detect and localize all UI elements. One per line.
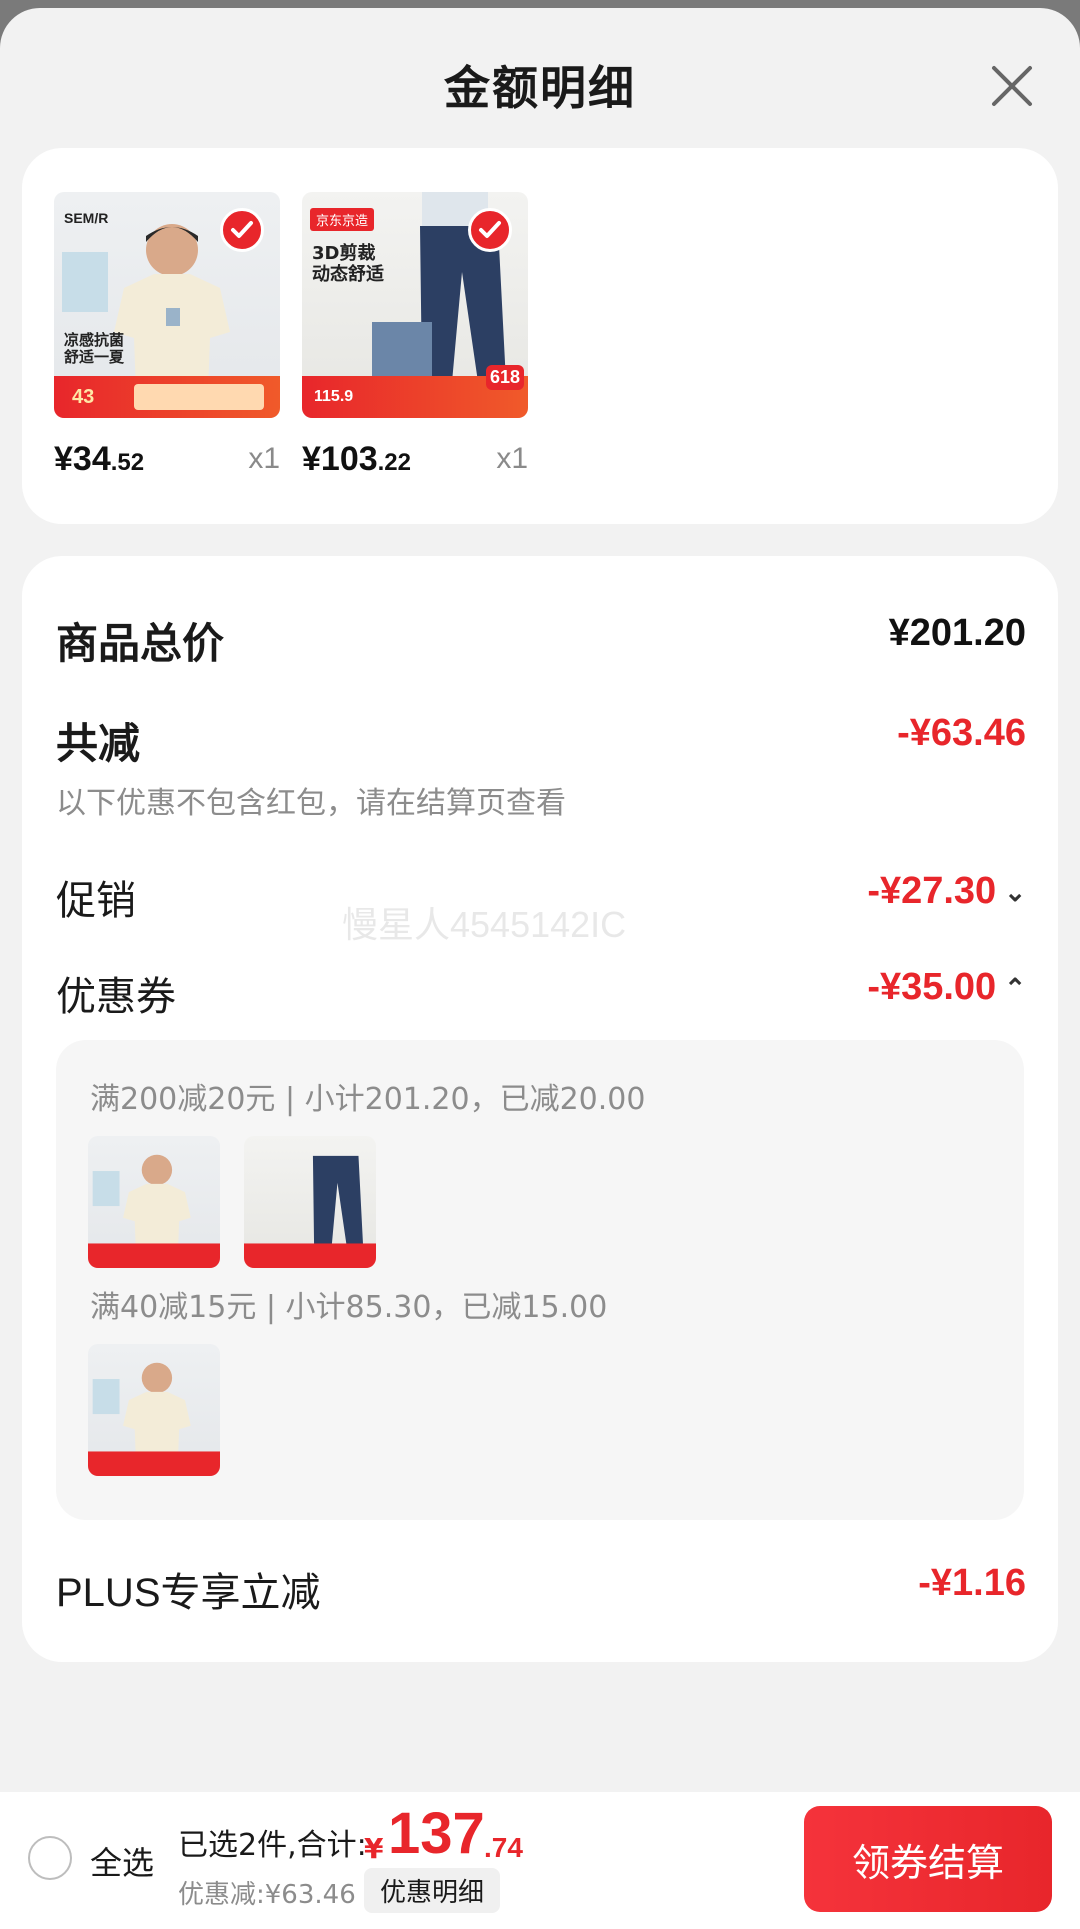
selected-summary: 已选2件,合计:: [178, 1828, 367, 1863]
page-title: 金额明细: [444, 61, 636, 115]
total-amount-int: 137: [388, 1801, 485, 1866]
coupon-value: -¥35.00: [867, 966, 997, 1008]
selected-check[interactable]: [468, 208, 512, 252]
product-quantity: x1: [248, 442, 280, 475]
price-summary-card: 商品总价 ¥201.20 共减 -¥63.46 以下优惠不包含红包，请在结算页查…: [22, 556, 1058, 1662]
sheet-header: 金额明细: [0, 8, 1080, 156]
coupon-label: 优惠券: [56, 974, 176, 1020]
discount-note: 以下优惠不包含红包，请在结算页查看: [56, 786, 566, 821]
product-ad-text: 3D剪裁 动态舒适: [312, 243, 384, 285]
promotion-row[interactable]: -¥27.30 ⌄: [867, 870, 1026, 913]
amount-detail-sheet: 金额明细 SEM/R 凉感抗菌 舒适一夏 43 ¥34.52 x1 京东京造 3…: [0, 8, 1080, 1929]
product-item-jeans[interactable]: 京东京造 3D剪裁 动态舒适 115.9 618 ¥103.22 x1: [302, 192, 528, 478]
618-badge: 618: [485, 365, 524, 390]
plus-discount-label: PLUS专享立减: [56, 1571, 321, 1615]
coupon-row[interactable]: -¥35.00 ⌃: [867, 966, 1026, 1009]
product-list-card: SEM/R 凉感抗菌 舒适一夏 43 ¥34.52 x1 京东京造 3D剪裁 动…: [22, 148, 1058, 524]
product-price: ¥34.52: [54, 440, 145, 478]
chevron-down-icon: ⌄: [1004, 877, 1026, 908]
coupon-product-thumb[interactable]: [244, 1136, 376, 1268]
tshirt-thumb: [88, 1362, 220, 1476]
promo-price: 43: [72, 386, 95, 408]
plus-discount-value: -¥1.16: [918, 1562, 1026, 1604]
promotion-value: -¥27.30: [867, 870, 997, 912]
jeans-thumb: [244, 1155, 376, 1268]
promotion-label: 促销: [56, 878, 136, 924]
product-quantity: x1: [496, 442, 528, 475]
check-icon: [231, 221, 253, 238]
discount-summary: 优惠减:¥63.46: [178, 1880, 356, 1910]
product-image[interactable]: 京东京造 3D剪裁 动态舒适 115.9 618: [302, 192, 528, 418]
watermark: 慢星人4545142IC: [342, 904, 627, 945]
product-ad-text: 凉感抗菌 舒适一夏: [64, 331, 125, 367]
checkout-footer: 全选 已选2件,合计: ¥ 137 .74 优惠减:¥63.46 优惠明细 领券…: [0, 1792, 1080, 1929]
chevron-up-icon: ⌃: [1004, 973, 1026, 1004]
selected-check[interactable]: [220, 208, 264, 252]
check-icon: [479, 221, 501, 238]
product-price: ¥103.22: [302, 440, 412, 478]
close-icon: [992, 66, 1032, 106]
product-item-tshirt[interactable]: SEM/R 凉感抗菌 舒适一夏 43 ¥34.52 x1: [54, 192, 280, 478]
discount-detail-button[interactable]: 优惠明细: [364, 1868, 501, 1913]
tshirt-thumb: [88, 1154, 220, 1268]
total-reduce-value: -¥63.46: [897, 712, 1026, 754]
coupon-detail-box: 满200减20元 | 小计201.20，已减20.00 满40减15元 | 小计…: [56, 1040, 1024, 1520]
coupon-line: 满40减15元 | 小计85.30，已减15.00: [90, 1290, 608, 1325]
promo-bar: 43: [54, 376, 280, 418]
close-button[interactable]: [984, 58, 1040, 114]
coupon-product-thumb[interactable]: [88, 1136, 220, 1268]
promo-price: 115.9: [314, 388, 354, 405]
total-amount-dec: .74: [484, 1832, 523, 1863]
product-image[interactable]: SEM/R 凉感抗菌 舒适一夏 43: [54, 192, 280, 418]
total-price-label: 商品总价: [56, 619, 225, 668]
total-currency: ¥: [364, 1832, 384, 1865]
select-all-label[interactable]: 全选: [90, 1838, 154, 1884]
coupon-line: 满200减20元 | 小计201.20，已减20.00: [90, 1082, 646, 1117]
total-price-value: ¥201.20: [888, 612, 1026, 654]
coupon-product-thumb[interactable]: [88, 1344, 220, 1476]
checkout-button[interactable]: 领券结算: [804, 1806, 1052, 1912]
select-all-radio[interactable]: [28, 1836, 72, 1880]
total-reduce-label: 共减: [56, 719, 141, 768]
